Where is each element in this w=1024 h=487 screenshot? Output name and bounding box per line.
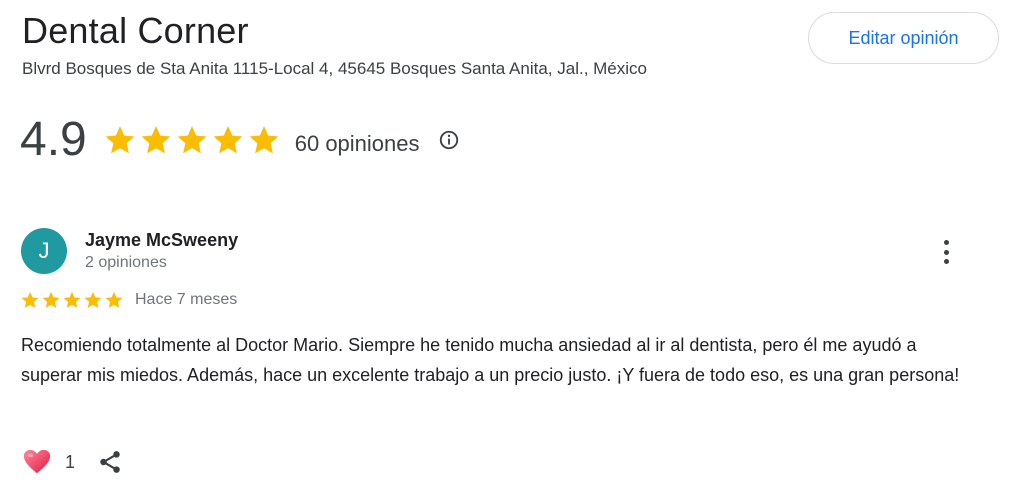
star-icon bbox=[141, 126, 171, 154]
star-icon bbox=[42, 291, 60, 308]
star-icon bbox=[84, 291, 102, 308]
more-vert-icon[interactable] bbox=[932, 236, 960, 268]
star-icon bbox=[249, 126, 279, 154]
reviewer-review-count: 2 opiniones bbox=[85, 254, 167, 271]
like-count: 1 bbox=[65, 451, 76, 472]
like-button[interactable]: 1 bbox=[22, 447, 75, 477]
reviewer-name[interactable]: Jayme McSweeny bbox=[85, 230, 238, 251]
place-title: Dental Corner bbox=[22, 10, 249, 51]
place-address: Blvrd Bosques de Sta Anita 1115-Local 4,… bbox=[22, 59, 647, 78]
reviews-count-link[interactable]: 60 opiniones bbox=[295, 131, 420, 157]
star-icon bbox=[21, 291, 39, 308]
heart-icon bbox=[23, 449, 51, 474]
rating-value: 4.9 bbox=[20, 113, 87, 166]
star-icon bbox=[177, 126, 207, 154]
star-icon bbox=[105, 291, 123, 308]
review-actions: 1 bbox=[22, 446, 123, 478]
info-icon[interactable] bbox=[438, 129, 460, 151]
overall-rating: 4.9 60 opiniones bbox=[20, 112, 460, 168]
star-icon bbox=[105, 126, 135, 154]
review-text: Recomiendo totalmente al Doctor Mario. S… bbox=[21, 335, 960, 385]
rating-stars bbox=[103, 123, 281, 157]
star-icon bbox=[213, 126, 243, 154]
review-rating: Hace 7 meses bbox=[20, 290, 237, 310]
star-icon bbox=[63, 291, 81, 308]
review-time: Hace 7 meses bbox=[135, 291, 238, 308]
edit-review-button[interactable]: Editar opinión bbox=[808, 12, 999, 64]
avatar[interactable]: J bbox=[21, 228, 67, 274]
review-stars bbox=[20, 290, 124, 310]
share-icon[interactable] bbox=[97, 449, 123, 475]
